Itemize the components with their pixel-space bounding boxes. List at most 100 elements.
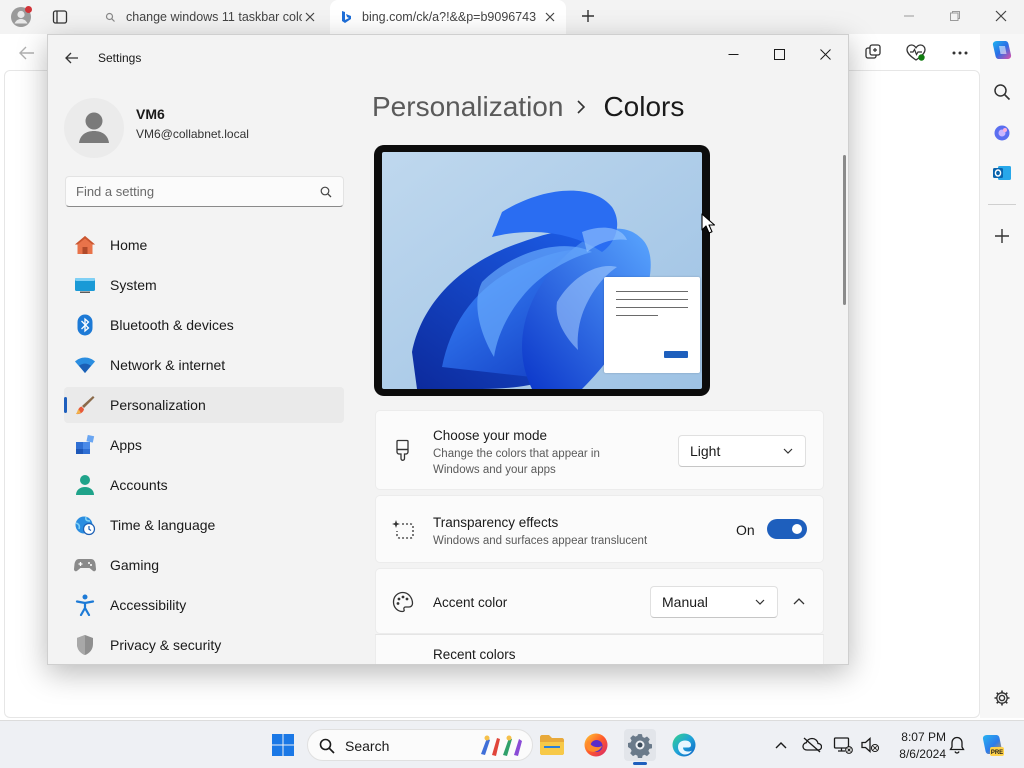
transparency-sparkle-icon xyxy=(392,518,414,540)
profile-button[interactable] xyxy=(8,5,34,29)
accent-dropdown-value: Manual xyxy=(662,594,708,610)
chevron-down-icon xyxy=(783,447,793,455)
show-hidden-icons-button[interactable] xyxy=(770,734,792,756)
settings-close-button[interactable] xyxy=(810,41,840,67)
tray-onedrive[interactable] xyxy=(801,734,823,756)
taskbar-settings[interactable] xyxy=(624,729,656,761)
taskbar-firefox[interactable] xyxy=(580,729,612,761)
gear-icon xyxy=(994,690,1010,706)
transparency-title: Transparency effects xyxy=(433,515,559,530)
gamepad-icon xyxy=(74,554,96,576)
browser-essentials-button[interactable] xyxy=(904,41,928,65)
settings-nav: Home System Bluetooth & devices Network … xyxy=(64,227,344,664)
preview-text-line xyxy=(616,315,658,316)
nav-label: Apps xyxy=(110,437,142,453)
browser-tab[interactable]: change windows 11 taskbar colo xyxy=(94,0,326,34)
tab-actions-button[interactable] xyxy=(48,6,72,28)
nav-item-time-language[interactable]: Time & language xyxy=(64,507,344,543)
gear-icon xyxy=(628,734,652,758)
nav-item-system[interactable]: System xyxy=(64,267,344,303)
find-setting-input[interactable] xyxy=(66,177,314,206)
notifications-button[interactable] xyxy=(946,734,968,756)
system-clock[interactable]: 8:07 PM 8/6/2024 xyxy=(884,729,946,763)
copilot-button[interactable] xyxy=(990,38,1014,62)
browser-close-button[interactable] xyxy=(987,4,1015,28)
tray-network[interactable] xyxy=(832,734,854,756)
nav-item-privacy[interactable]: Privacy & security xyxy=(64,627,344,663)
scrollbar-thumb[interactable] xyxy=(843,155,846,305)
collections-button[interactable] xyxy=(861,41,885,65)
mode-dropdown[interactable]: Light xyxy=(678,435,806,467)
close-tab-icon[interactable] xyxy=(302,9,318,25)
search-icon[interactable] xyxy=(319,185,333,199)
minimize-icon xyxy=(728,53,738,55)
restore-icon xyxy=(950,11,960,21)
sidebar-add-button[interactable] xyxy=(990,224,1014,248)
accounts-icon xyxy=(74,474,96,496)
browser-minimize-button[interactable] xyxy=(895,4,923,28)
nav-label: Gaming xyxy=(110,557,160,573)
accessibility-icon xyxy=(74,594,96,616)
new-tab-button[interactable] xyxy=(577,5,599,27)
settings-maximize-button[interactable] xyxy=(764,41,794,67)
transparency-description: Windows and surfaces appear translucent xyxy=(433,535,648,547)
browser-restore-button[interactable] xyxy=(941,4,969,28)
search-icon xyxy=(318,737,336,755)
wallpaper-preview xyxy=(382,152,702,389)
brush-icon xyxy=(74,394,96,416)
window-title: Settings xyxy=(98,51,142,65)
nav-item-network[interactable]: Network & internet xyxy=(64,347,344,383)
user-silhouette-icon xyxy=(79,112,109,143)
nav-item-accessibility[interactable]: Accessibility xyxy=(64,587,344,623)
preview-text-line xyxy=(616,299,688,300)
nav-item-bluetooth[interactable]: Bluetooth & devices xyxy=(64,307,344,343)
collapse-accent-button[interactable] xyxy=(789,591,809,611)
shield-icon xyxy=(74,634,96,656)
browser-back-button[interactable] xyxy=(16,42,38,64)
taskbar-edge[interactable] xyxy=(668,729,700,761)
nav-label: Privacy & security xyxy=(110,637,222,653)
copilot-taskbar-button[interactable]: PRE xyxy=(978,731,1006,759)
active-app-indicator xyxy=(633,762,647,765)
taskbar-search[interactable]: Search xyxy=(307,729,533,761)
sidebar-search-button[interactable] xyxy=(990,80,1014,104)
browser-tab-active[interactable]: bing.com/ck/a?!&&p=b9096743 xyxy=(330,0,566,34)
user-account-card[interactable]: VM6 VM6@collabnet.local xyxy=(64,98,344,158)
collections-icon xyxy=(865,44,881,59)
plus-icon xyxy=(582,10,594,22)
sidebar-outlook-button[interactable] xyxy=(990,161,1014,185)
search-highlight-icon xyxy=(481,735,522,756)
bell-icon xyxy=(949,736,965,754)
more-options-button[interactable] xyxy=(948,41,972,65)
settings-back-button[interactable] xyxy=(62,48,82,68)
browser-sidebar xyxy=(980,34,1024,718)
close-tab-icon[interactable] xyxy=(542,9,558,25)
sidebar-settings-button[interactable] xyxy=(990,686,1014,710)
taskbar-file-explorer[interactable] xyxy=(536,729,568,761)
tray-volume[interactable] xyxy=(859,734,881,756)
active-indicator xyxy=(64,397,67,413)
bing-favicon-icon xyxy=(338,9,354,25)
nav-item-gaming[interactable]: Gaming xyxy=(64,547,344,583)
nav-item-accounts[interactable]: Accounts xyxy=(64,467,344,503)
close-icon xyxy=(995,10,1007,22)
plus-icon xyxy=(995,229,1009,243)
outlook-icon xyxy=(993,166,1011,180)
settings-minimize-button[interactable] xyxy=(718,41,748,67)
start-button[interactable] xyxy=(267,729,299,761)
close-icon xyxy=(819,48,831,60)
palette-icon xyxy=(392,591,414,613)
theme-preview xyxy=(374,145,710,396)
accent-color-dropdown[interactable]: Manual xyxy=(650,586,778,618)
sidebar-copilot-button[interactable] xyxy=(990,121,1014,145)
volume-muted-icon xyxy=(861,737,880,753)
nav-label: System xyxy=(110,277,157,293)
nav-item-apps[interactable]: Apps xyxy=(64,427,344,463)
breadcrumb: Personalization Colors xyxy=(372,91,684,123)
transparency-setting-card: Transparency effects Windows and surface… xyxy=(375,495,824,563)
nav-item-personalization[interactable]: Personalization xyxy=(64,387,344,423)
transparency-toggle[interactable] xyxy=(767,519,807,539)
breadcrumb-parent[interactable]: Personalization xyxy=(372,91,563,123)
nav-item-home[interactable]: Home xyxy=(64,227,344,263)
page-title: Colors xyxy=(603,91,685,122)
